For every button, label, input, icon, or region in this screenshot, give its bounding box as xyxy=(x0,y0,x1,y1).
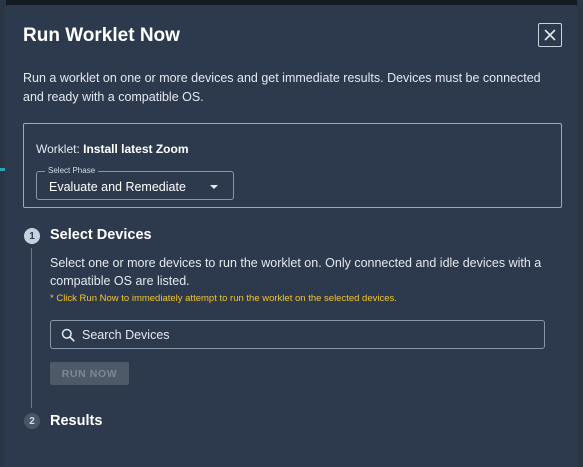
worklet-label: Worklet: xyxy=(36,142,80,156)
dialog-title: Run Worklet Now xyxy=(23,25,180,46)
run-now-note: * Click Run Now to immediately attempt t… xyxy=(50,293,397,304)
select-phase-dropdown[interactable]: Select Phase Evaluate and Remediate xyxy=(36,166,234,200)
close-button[interactable] xyxy=(538,23,562,47)
run-now-button[interactable]: RUN NOW xyxy=(50,362,129,385)
step-1-badge: 1 xyxy=(24,228,40,244)
close-icon xyxy=(544,29,556,41)
search-icon xyxy=(61,328,75,342)
select-devices-description: Select one or more devices to run the wo… xyxy=(50,256,542,288)
select-phase-value: Evaluate and Remediate xyxy=(49,180,186,194)
step-2-badge: 2 xyxy=(24,413,40,429)
step-connector-line xyxy=(31,248,32,408)
search-devices-field[interactable] xyxy=(50,320,545,349)
worklet-panel: Worklet: Install latest Zoom Select Phas… xyxy=(23,123,562,208)
search-devices-input[interactable] xyxy=(82,321,537,348)
worklet-name: Install latest Zoom xyxy=(83,142,189,156)
run-worklet-dialog: Run Worklet Now Run a worklet on one or … xyxy=(5,5,578,467)
step-2-title: Results xyxy=(50,413,103,429)
step-1-title: Select Devices xyxy=(50,227,152,243)
select-phase-label: Select Phase xyxy=(45,166,99,176)
worklet-info: Worklet: Install latest Zoom xyxy=(36,142,189,156)
dialog-description: Run a worklet on one or more devices and… xyxy=(23,71,541,104)
caret-down-icon xyxy=(210,185,218,189)
